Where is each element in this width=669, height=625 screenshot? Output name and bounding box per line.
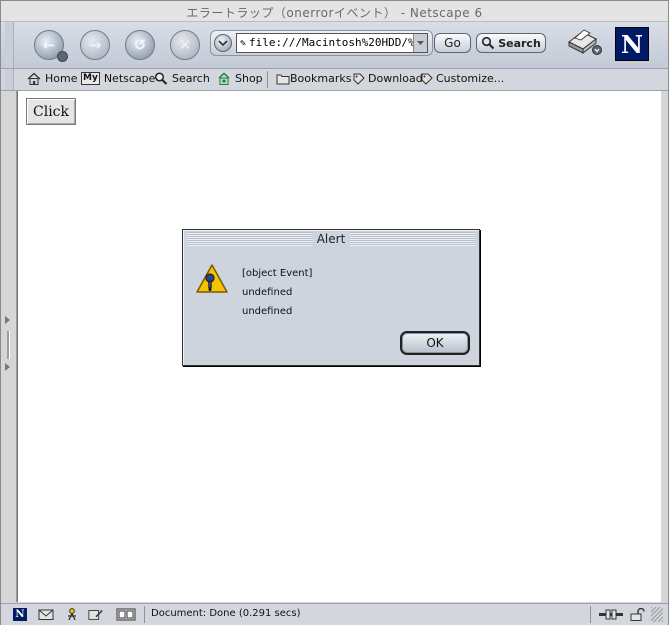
search-button[interactable]: Search [476, 33, 546, 53]
netscape-logo[interactable]: N [615, 27, 649, 61]
alert-message-line: [object Event] [242, 268, 313, 279]
my-netscape-icon: My [81, 72, 100, 85]
search-icon [154, 72, 168, 85]
sidebar-open-icon-lower[interactable] [5, 363, 10, 371]
online-connection-icon[interactable] [598, 608, 624, 621]
forward-button[interactable]: → [80, 30, 110, 60]
download-link[interactable]: Download [352, 72, 423, 85]
status-text: Document: Done (0.291 secs) [151, 608, 301, 619]
alert-title: Alert [312, 232, 350, 246]
netscape-taskbar-icon[interactable]: N [13, 608, 27, 621]
bookmark-icon [353, 73, 365, 85]
go-label: Go [444, 36, 461, 50]
stop-icon: ✕ [178, 36, 192, 54]
download-label: Download [368, 72, 423, 85]
go-button[interactable]: Go [434, 33, 471, 53]
bookmarks-menu[interactable]: Bookmarks [276, 72, 351, 85]
alert-message-line: undefined [242, 306, 293, 317]
shop-icon [218, 72, 230, 85]
sidebar-grip[interactable] [7, 331, 10, 359]
search-label: Search [498, 36, 541, 50]
alert-dialog: Alert [object Event] undefined undefined… [182, 229, 480, 366]
warning-icon [195, 263, 229, 295]
alert-title-bar[interactable]: Alert [187, 232, 475, 246]
netscape-label: Netscape [103, 72, 156, 85]
instant-messenger-icon[interactable] [64, 608, 80, 621]
url-file-icon: ✎ [239, 38, 247, 49]
back-button[interactable]: ← [34, 30, 68, 62]
click-button[interactable]: Click [26, 98, 76, 125]
reload-button[interactable]: ↺ [125, 30, 155, 60]
print-icon[interactable] [566, 26, 602, 56]
reload-icon: ↺ [133, 36, 147, 54]
title-bar[interactable]: エラートラップ（onerrorイベント） - Netscape 6 [1, 1, 668, 22]
sidebar-splitter[interactable] [1, 91, 17, 602]
url-dropdown-icon[interactable] [413, 34, 427, 52]
my-netscape-link[interactable]: My Netscape [81, 72, 155, 85]
browser-window: エラートラップ（onerrorイベント） - Netscape 6 ← → ↺ … [0, 0, 669, 625]
right-edge [661, 91, 668, 602]
stop-button[interactable]: ✕ [170, 30, 200, 60]
home-link[interactable]: Home [27, 72, 77, 85]
url-text: file:///Macintosh%20HDD/%9 [249, 36, 422, 49]
shop-link[interactable]: Shop [217, 72, 263, 85]
forward-arrow-icon: → [88, 36, 102, 54]
url-bar-container: ✎ file:///Macintosh%20HDD/%9 [210, 30, 433, 56]
personal-toolbar-grip[interactable] [5, 69, 14, 90]
bookmark-icon [421, 73, 433, 85]
url-input[interactable]: ✎ file:///Macintosh%20HDD/%9 [236, 33, 428, 53]
back-menu-icon[interactable] [57, 51, 68, 62]
bookmarks-label: Bookmarks [290, 72, 352, 85]
mail-icon[interactable] [38, 608, 54, 621]
status-divider-right [590, 606, 591, 623]
ok-button[interactable]: OK [400, 331, 470, 355]
toolbar-divider [267, 71, 268, 88]
address-book-icon[interactable] [116, 608, 136, 621]
sidebar-open-icon[interactable] [5, 316, 10, 324]
status-bar: N Document: Done (0.291 secs) [1, 603, 668, 625]
bookmarks-folder-icon [276, 74, 290, 85]
composer-icon[interactable] [88, 608, 104, 621]
magnifier-icon [482, 36, 495, 50]
security-lock-icon[interactable] [629, 608, 645, 621]
click-button-label: Click [33, 103, 69, 120]
netscape-n-icon: N [621, 30, 643, 59]
customize-label: Customize... [436, 72, 505, 85]
home-icon [27, 72, 41, 85]
search-link-label: Search [172, 72, 210, 85]
navigation-toolbar: ← → ↺ ✕ ✎file:///Macintosh%20HDD/%9 Go [1, 22, 668, 69]
customize-link[interactable]: Customize... [420, 72, 504, 85]
back-arrow-icon: ← [42, 36, 56, 54]
chevron-down-icon [218, 40, 228, 47]
status-divider [144, 606, 145, 623]
page-proxy-icon[interactable] [214, 34, 232, 52]
home-label: Home [45, 72, 78, 85]
window-title: エラートラップ（onerrorイベント） - Netscape 6 [186, 6, 483, 20]
alert-message-line: undefined [242, 287, 293, 298]
shop-label: Shop [235, 72, 263, 85]
toolbar-grip[interactable] [5, 22, 14, 68]
search-link[interactable]: Search [154, 72, 210, 85]
resize-grip-icon[interactable] [651, 607, 663, 622]
ok-label: OK [426, 336, 444, 350]
personal-toolbar: Home My Netscape Search Shop Bookmarks D… [1, 69, 668, 91]
